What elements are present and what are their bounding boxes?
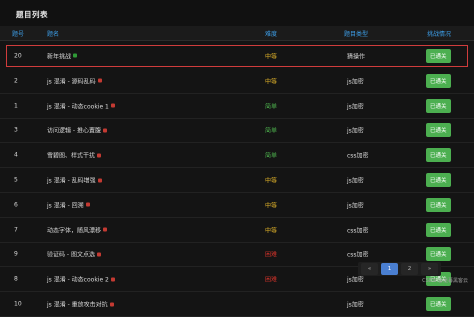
status-tag-icon [97,153,102,158]
table-row[interactable]: 1 js 混淆 - 动态cookie 1 简单 js加密 已通关 [0,94,474,119]
table-row[interactable]: 7 动态字体，随风漂移 中等 css加密 已通关 [0,218,474,243]
problem-number: 8 [14,275,18,283]
problem-title[interactable]: js 混淆 - 重放攻击对抗 [47,300,108,309]
top-bar: 题目列表 [0,0,474,26]
problem-title-cell[interactable]: 雪碧图、样式干扰 [47,151,102,160]
cleared-button[interactable]: 已通关 [426,73,451,88]
prev-page-button[interactable]: « [361,263,378,275]
watermark: CSDN @迷暮黑客云 [422,278,468,284]
table-row[interactable]: 10 js 混淆 - 重放攻击对抗 js加密 已通关 [0,292,474,317]
table-body: 20 新年挑战 中等 猜操作 已通关 2 js 混淆 - 源码乱码 中等 js加密 已通关 1 js … [0,45,474,317]
problem-number: 2 [14,77,18,85]
problem-type: css加密 [347,251,369,259]
difficulty-label: 中等 [265,53,278,60]
page-button-1[interactable]: 1 [381,263,398,275]
problem-type: js加密 [347,301,364,309]
problem-type: js加密 [347,103,364,111]
problem-number: 3 [14,126,18,134]
difficulty-label: 简单 [265,127,278,135]
problem-type: js加密 [347,202,364,210]
problem-title[interactable]: 动态字体，随风漂移 [47,225,101,234]
difficulty-label: 中等 [265,227,278,235]
problem-type: js加密 [347,78,364,86]
status-tag-icon [73,53,78,58]
difficulty-label: 中等 [265,202,278,210]
difficulty-label: 简单 [265,103,278,111]
difficulty-label: 中等 [265,78,278,86]
status-tag-icon [103,227,108,232]
cleared-button[interactable]: 已通关 [426,148,451,163]
status-tag-icon [110,103,115,108]
status-tag-icon [102,128,107,133]
problem-title-cell[interactable]: js 混淆 - 动态cookie 2 [47,275,115,284]
status-tag-icon [97,78,102,83]
difficulty-label: 困难 [265,276,278,284]
pagination: « 1 2 » [358,262,441,276]
column-header-title: 题名 [47,31,60,38]
problem-title[interactable]: js 混淆 - 源码乱码 [47,76,96,85]
status-tag-icon [109,302,114,307]
problem-type: js加密 [347,276,364,284]
problem-title-cell[interactable]: js 混淆 - 动态cookie 1 [47,101,115,110]
cleared-button[interactable]: 已通关 [426,123,451,138]
problem-type: js加密 [347,177,364,185]
table-row[interactable]: 2 js 混淆 - 源码乱码 中等 js加密 已通关 [0,69,474,94]
column-header-difficulty: 难度 [265,31,278,38]
problem-number: 20 [14,52,22,59]
status-tag-icon [96,252,101,257]
column-header-type: 题目类型 [344,31,369,38]
problem-title[interactable]: 雪碧图、样式干扰 [47,151,95,160]
table-row[interactable]: 3 访问逻辑 - 推心置腹 简单 js加密 已通关 [0,119,474,144]
problem-title-cell[interactable]: js 混淆 - 重放攻击对抗 [47,300,114,309]
cleared-button[interactable]: 已通关 [426,222,451,237]
status-tag-icon [85,202,90,207]
problem-number: 7 [14,226,18,234]
problem-number: 4 [14,151,18,159]
cleared-button[interactable]: 已通关 [426,247,451,262]
problem-title[interactable]: js 混淆 - 动态cookie 1 [47,101,109,110]
next-page-button[interactable]: » [421,263,438,275]
problem-type: css加密 [347,227,369,235]
problem-title[interactable]: 验证码 - 图文点选 [47,250,95,259]
cleared-button[interactable]: 已通关 [426,297,451,312]
table-row[interactable]: 5 js 混淆 - 乱码增强 中等 js加密 已通关 [0,168,474,193]
cleared-button[interactable]: 已通关 [426,98,451,113]
problem-type: css加密 [347,152,369,160]
status-tag-icon [110,277,115,282]
cleared-button[interactable]: 已通关 [426,197,451,212]
cleared-button[interactable]: 已通关 [426,173,451,188]
table-header: 题号 题名 难度 题目类型 挑战情况 [0,26,474,41]
problem-title[interactable]: 访问逻辑 - 推心置腹 [47,126,101,135]
page-button-2[interactable]: 2 [401,263,418,275]
difficulty-label: 中等 [265,177,278,185]
problem-type: 猜操作 [347,53,366,60]
problem-title-cell[interactable]: 动态字体，随风漂移 [47,225,108,234]
problem-title[interactable]: js 混淆 - 回溯 [47,200,84,209]
problem-title-cell[interactable]: js 混淆 - 乱码增强 [47,176,102,185]
problem-title-cell[interactable]: js 混淆 - 回溯 [47,200,90,209]
column-header-status: 挑战情况 [427,31,452,38]
table-row[interactable]: 4 雪碧图、样式干扰 简单 css加密 已通关 [0,143,474,169]
cleared-button[interactable]: 已通关 [426,48,451,63]
difficulty-label: 简单 [265,152,278,160]
problem-title[interactable]: js 混淆 - 动态cookie 2 [47,275,109,284]
problem-number: 1 [14,102,18,110]
table-row[interactable]: 6 js 混淆 - 回溯 中等 js加密 已通关 [0,193,474,218]
problem-title-cell[interactable]: 访问逻辑 - 推心置腹 [47,126,107,135]
problem-number: 10 [14,300,22,308]
problem-title-cell[interactable]: 新年挑战 [47,51,78,60]
problem-number: 6 [14,201,18,209]
page-title: 题目列表 [16,10,48,19]
column-header-number: 题号 [12,31,25,38]
difficulty-label: 困难 [265,251,278,259]
problem-title-cell[interactable]: 验证码 - 图文点选 [47,250,101,259]
problem-number: 5 [14,176,18,184]
table-row[interactable]: 20 新年挑战 中等 猜操作 已通关 [6,45,468,67]
problem-title[interactable]: 新年挑战 [47,51,71,60]
problem-type: js加密 [347,127,364,135]
problem-title[interactable]: js 混淆 - 乱码增强 [47,176,96,185]
problem-title-cell[interactable]: js 混淆 - 源码乱码 [47,76,102,85]
status-tag-icon [97,178,102,183]
problem-number: 9 [14,250,18,258]
